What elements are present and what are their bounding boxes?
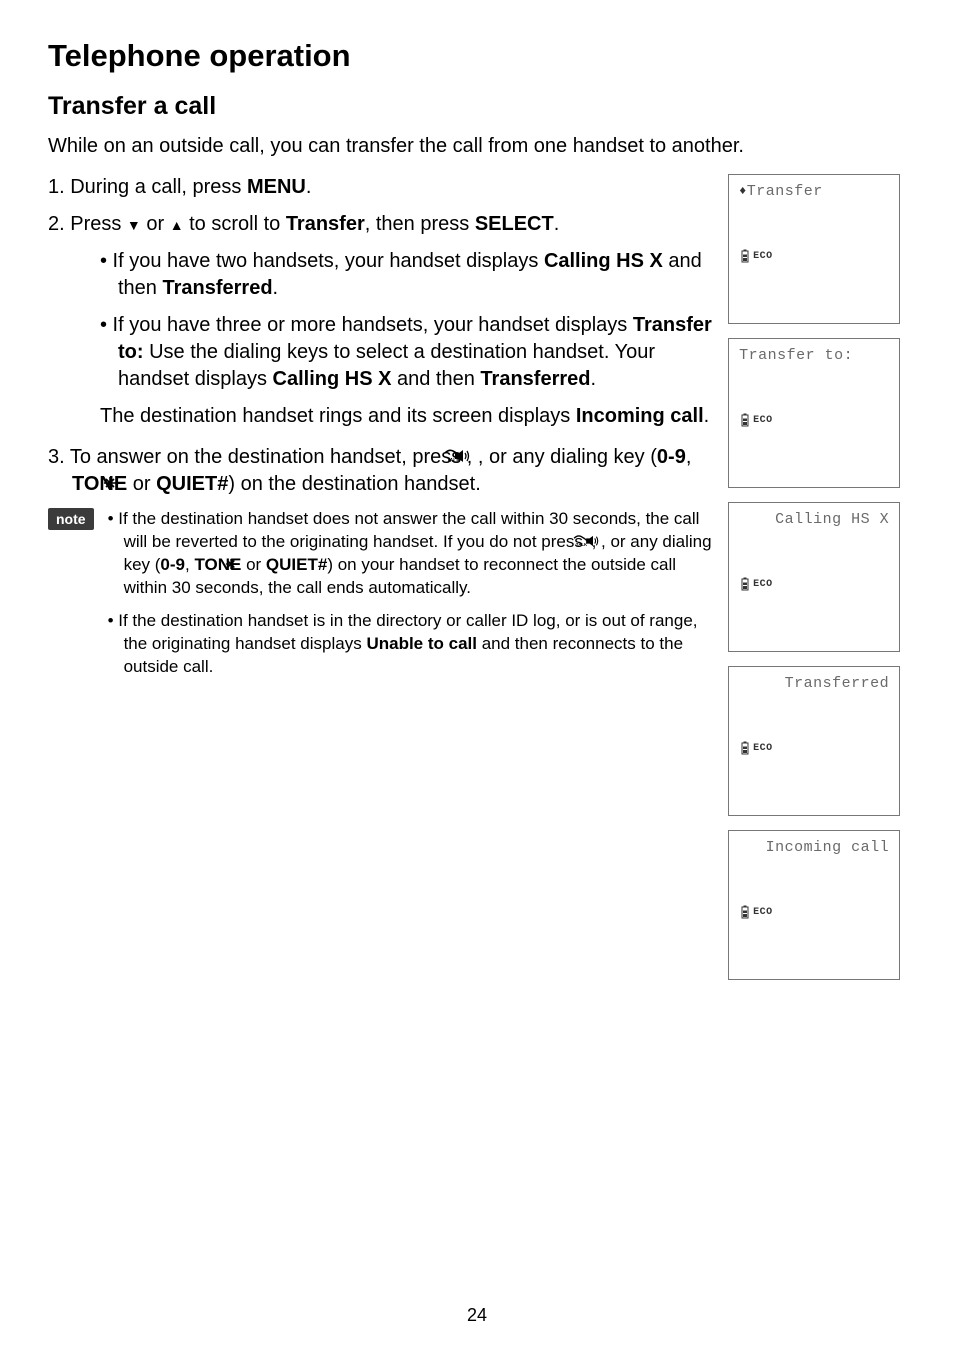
- eco-label: ECO: [753, 743, 773, 754]
- b1-transferred: Transferred: [162, 277, 272, 299]
- scroll-icon: ♦: [739, 184, 747, 198]
- b2-calling: Calling HS X: [273, 368, 392, 390]
- down-arrow-icon: ▼: [127, 217, 141, 233]
- subtext-pre: The destination handset rings and its sc…: [100, 405, 576, 427]
- intro-text: While on an outside call, you can transf…: [48, 133, 906, 160]
- s3-mid2: , or any dialing key (: [478, 446, 657, 468]
- s3-quiet: QUIET#: [156, 473, 228, 495]
- section-heading: Transfer a call: [48, 92, 906, 121]
- b1-pre: • If you have two handsets, your handset…: [100, 250, 544, 272]
- eco-label: ECO: [753, 251, 773, 262]
- screen1-text: Transfer: [747, 183, 823, 200]
- b2-mid2: and then: [391, 368, 480, 390]
- note-badge: note: [48, 508, 94, 530]
- screen4-text: Transferred: [739, 675, 889, 692]
- sub-bullet-1: • If you have two handsets, your handset…: [100, 248, 720, 302]
- step2-select: SELECT: [475, 213, 554, 235]
- b2-transferred: Transferred: [480, 368, 590, 390]
- b2-post: .: [590, 368, 596, 390]
- step2-transfer: Transfer: [286, 213, 365, 235]
- page-heading: Telephone operation: [48, 38, 906, 74]
- b1-calling: Calling HS X: [544, 250, 663, 272]
- screen2-text: Transfer to:: [739, 347, 889, 364]
- main-content: 1. During a call, press MENU. 2. Press ▼…: [48, 174, 720, 689]
- s3-pre: 3. To answer on the destination handset,…: [48, 446, 467, 468]
- screen-transfer: ♦Transfer ECO: [728, 174, 900, 324]
- status-row: ECO: [739, 905, 773, 919]
- screens-column: ♦Transfer ECO Transfer to: ECO Calling H…: [728, 174, 906, 994]
- step2-post: .: [554, 213, 560, 235]
- battery-icon: [739, 741, 751, 755]
- screen-transferred: Transferred ECO: [728, 666, 900, 816]
- subtext-incoming: Incoming call: [576, 405, 704, 427]
- subtext-post: .: [704, 405, 710, 427]
- eco-label: ECO: [753, 579, 773, 590]
- page-number: 24: [0, 1305, 954, 1326]
- n1-09: 0-9: [160, 555, 185, 574]
- step2-mid: or: [141, 213, 170, 235]
- step1-menu: MENU: [247, 176, 306, 198]
- note-item-2: • If the destination handset is in the d…: [108, 610, 721, 679]
- eco-label: ECO: [753, 907, 773, 918]
- eco-label: ECO: [753, 415, 773, 426]
- status-row: ECO: [739, 741, 773, 755]
- b2-pre: • If you have three or more handsets, yo…: [100, 314, 633, 336]
- screen-incoming: Incoming call ECO: [728, 830, 900, 980]
- n2-unable: Unable to call: [366, 634, 477, 653]
- s3-mid4: or: [127, 473, 156, 495]
- n1-quiet: QUIET#: [266, 555, 327, 574]
- s3-mid3: ,: [686, 446, 692, 468]
- up-arrow-icon: ▲: [170, 217, 184, 233]
- battery-icon: [739, 413, 751, 427]
- screen3-text: Calling HS X: [739, 511, 889, 528]
- step1-text: 1. During a call, press: [48, 176, 247, 198]
- status-row: ECO: [739, 249, 773, 263]
- screen-calling: Calling HS X ECO: [728, 502, 900, 652]
- note-block: note • If the destination handset does n…: [48, 508, 720, 689]
- step-3: 3. To answer on the destination handset,…: [48, 444, 720, 498]
- note-item-1: • If the destination handset does not an…: [108, 508, 721, 600]
- b1-post: .: [273, 277, 279, 299]
- status-row: ECO: [739, 413, 773, 427]
- battery-icon: [739, 577, 751, 591]
- screen-line: ♦Transfer: [739, 183, 889, 200]
- s3-post: ) on the destination handset.: [228, 473, 480, 495]
- battery-icon: [739, 249, 751, 263]
- step-2: 2. Press ▼ or ▲ to scroll to Transfer, t…: [48, 211, 720, 238]
- step-1: 1. During a call, press MENU.: [48, 174, 720, 201]
- n1-mid4: or: [241, 555, 266, 574]
- step1-post: .: [306, 176, 312, 198]
- step2-mid3: , then press: [365, 213, 475, 235]
- s3-tone: TONE: [72, 473, 127, 495]
- battery-icon: [739, 905, 751, 919]
- sub-bullet-2: • If you have three or more handsets, yo…: [100, 312, 720, 393]
- screen5-text: Incoming call: [739, 839, 889, 856]
- step2-mid2: to scroll to: [184, 213, 286, 235]
- note-list: • If the destination handset does not an…: [108, 508, 721, 689]
- sub-text: The destination handset rings and its sc…: [100, 403, 720, 430]
- s3-09: 0-9: [657, 446, 686, 468]
- screen-transfer-to: Transfer to: ECO: [728, 338, 900, 488]
- step2-pre: 2. Press: [48, 213, 127, 235]
- status-row: ECO: [739, 577, 773, 591]
